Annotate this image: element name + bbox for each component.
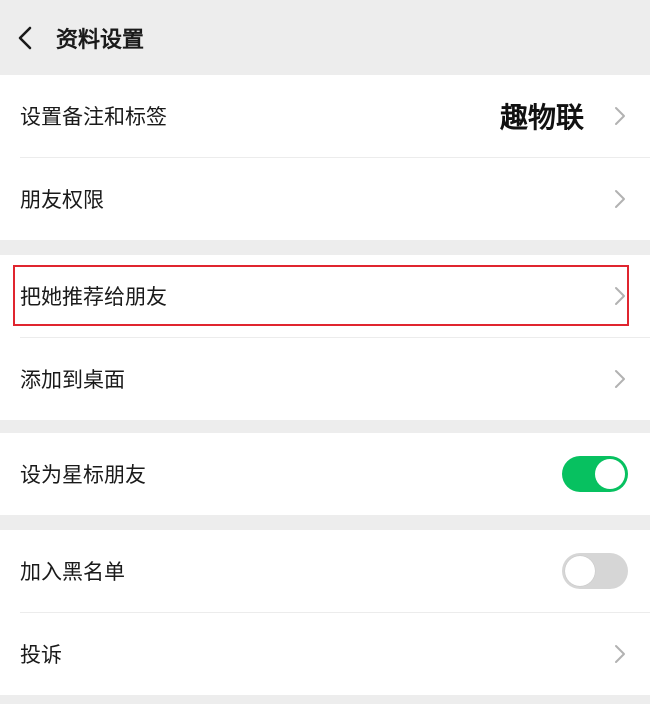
toggle-knob: [565, 556, 595, 586]
nav-header: 资料设置: [0, 0, 650, 75]
blacklist-toggle[interactable]: [562, 553, 628, 589]
chevron-right-icon: [615, 370, 625, 388]
row-label: 添加到桌面: [20, 368, 125, 392]
star-friend-toggle[interactable]: [562, 456, 628, 492]
back-button[interactable]: [14, 24, 38, 52]
settings-group-block: 加入黑名单 投诉: [0, 530, 650, 695]
row-label: 设置备注和标签: [20, 105, 167, 129]
chevron-right-icon: [615, 190, 625, 208]
toggle-knob: [595, 459, 625, 489]
page-title: 资料设置: [56, 28, 145, 53]
settings-group-star: 设为星标朋友: [0, 433, 650, 515]
row-label: 加入黑名单: [20, 560, 125, 584]
row-label: 把她推荐给朋友: [20, 285, 167, 309]
chevron-right-icon: [615, 107, 625, 125]
row-label: 设为星标朋友: [20, 463, 146, 487]
row-set-remark-and-tags[interactable]: 设置备注和标签 趣物联: [0, 75, 650, 157]
settings-group-share: 把她推荐给朋友 添加到桌面: [0, 255, 650, 420]
row-label: 投诉: [20, 643, 62, 667]
row-label: 朋友权限: [20, 188, 104, 212]
row-friend-permissions[interactable]: 朋友权限: [0, 157, 650, 240]
remark-value: 趣物联: [499, 101, 584, 134]
row-complain[interactable]: 投诉: [0, 612, 650, 695]
row-star-friend: 设为星标朋友: [0, 433, 650, 515]
row-add-to-blacklist: 加入黑名单: [0, 530, 650, 612]
row-recommend-to-friend[interactable]: 把她推荐给朋友: [0, 255, 650, 337]
chevron-right-icon: [615, 645, 625, 663]
chevron-left-icon: [18, 26, 32, 50]
row-add-to-desktop[interactable]: 添加到桌面: [0, 337, 650, 420]
chevron-right-icon: [615, 287, 625, 305]
settings-group-remark: 设置备注和标签 趣物联 朋友权限: [0, 75, 650, 240]
